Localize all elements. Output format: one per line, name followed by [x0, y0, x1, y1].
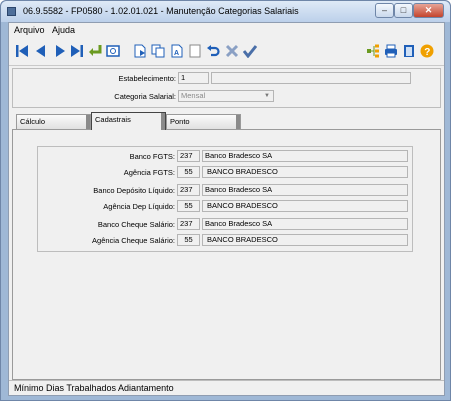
next-record-icon[interactable]: [53, 44, 67, 58]
tab-cadastrais-label: Cadastrais: [95, 115, 131, 124]
agencia-cheque-salario-description: BANCO BRADESCO: [202, 234, 408, 246]
tree-icon[interactable]: [366, 44, 380, 58]
last-record-icon[interactable]: [70, 44, 84, 58]
app-icon[interactable]: [7, 7, 16, 16]
estabelecimento-label: Estabelecimento:: [118, 74, 176, 83]
window-title: 06.9.5582 - FP0580 - 1.02.01.021 - Manut…: [23, 6, 299, 16]
banco-fgts-description: Banco Bradesco SA: [202, 150, 408, 162]
banco-deposito-liquido-description: Banco Bradesco SA: [202, 184, 408, 196]
cancel-icon[interactable]: [225, 44, 239, 58]
new-record-icon[interactable]: [133, 44, 147, 58]
categoria-salarial-select[interactable]: Mensal ▼: [178, 90, 274, 102]
banco-fgts-label: Banco FGTS:: [129, 152, 175, 161]
svg-text:?: ?: [424, 47, 430, 58]
banco-fgts-code[interactable]: 237: [177, 150, 200, 162]
estabelecimento-field[interactable]: 1: [178, 72, 209, 84]
goto-record-icon[interactable]: [88, 44, 102, 58]
help-icon[interactable]: ?: [420, 44, 434, 58]
edit-record-icon[interactable]: A: [170, 44, 184, 58]
title-bar[interactable]: 06.9.5582 - FP0580 - 1.02.01.021 - Manut…: [1, 1, 450, 22]
tab-calculo[interactable]: Cálculo: [16, 114, 91, 129]
categoria-salarial-label: Categoria Salarial:: [114, 92, 176, 101]
bank-fields-group: Banco FGTS: 237 Banco Bradesco SA Agênci…: [37, 146, 413, 252]
tab-ponto-shade: [236, 115, 240, 129]
menu-ajuda[interactable]: Ajuda: [52, 25, 75, 35]
tab-calculo-shade: [86, 115, 90, 129]
agencia-cheque-salario-code[interactable]: 55: [177, 234, 200, 246]
exit-icon[interactable]: [402, 44, 416, 58]
menu-bar: Arquivo Ajuda: [9, 23, 444, 37]
zoom-icon[interactable]: [106, 44, 120, 58]
copy-record-icon[interactable]: [151, 44, 165, 58]
agencia-dep-liquido-description: BANCO BRADESCO: [202, 200, 408, 212]
tab-cadastrais-shade: [161, 113, 165, 130]
previous-record-icon[interactable]: [34, 44, 48, 58]
menu-arquivo[interactable]: Arquivo: [14, 25, 45, 35]
agencia-dep-liquido-code[interactable]: 55: [177, 200, 200, 212]
tab-panel-cadastrais: Banco FGTS: 237 Banco Bradesco SA Agênci…: [12, 129, 441, 380]
banco-cheque-salario-label: Banco Cheque Salário:: [97, 220, 175, 229]
print-icon[interactable]: [384, 44, 398, 58]
agencia-fgts-label: Agência FGTS:: [123, 168, 175, 177]
delete-record-icon[interactable]: [188, 44, 202, 58]
toolbar: A ?: [9, 37, 444, 66]
agencia-fgts-description: BANCO BRADESCO: [202, 166, 408, 178]
banco-deposito-liquido-label: Banco Depósito Líquido:: [93, 186, 175, 195]
minimize-button[interactable]: –: [375, 3, 394, 18]
confirm-icon[interactable]: [243, 44, 257, 58]
tab-calculo-label: Cálculo: [20, 117, 46, 126]
banco-deposito-liquido-code[interactable]: 237: [177, 184, 200, 196]
tab-ponto[interactable]: Ponto: [166, 114, 241, 129]
categoria-salarial-value: Mensal: [181, 91, 206, 100]
svg-text:A: A: [174, 50, 179, 57]
agencia-dep-liquido-label: Agência Dep Líquido:: [103, 202, 175, 211]
banco-cheque-salario-description: Banco Bradesco SA: [202, 218, 408, 230]
chevron-down-icon: ▼: [264, 93, 270, 99]
header-panel: Estabelecimento: 1 Categoria Salarial: M…: [12, 68, 441, 108]
agencia-cheque-salario-label: Agência Cheque Salário:: [92, 236, 175, 245]
tab-cadastrais[interactable]: Cadastrais: [91, 112, 166, 130]
maximize-button[interactable]: □: [394, 3, 413, 18]
application-window: 06.9.5582 - FP0580 - 1.02.01.021 - Manut…: [0, 0, 451, 401]
banco-cheque-salario-code[interactable]: 237: [177, 218, 200, 230]
estabelecimento-description: [211, 72, 411, 84]
close-button[interactable]: ✕: [413, 3, 444, 18]
client-area: Arquivo Ajuda A ? Estabelecimento: 1 Cat…: [8, 22, 445, 396]
undo-icon[interactable]: [206, 44, 220, 58]
tab-ponto-label: Ponto: [170, 117, 190, 126]
agencia-fgts-code[interactable]: 55: [177, 166, 200, 178]
status-bar: Mínimo Dias Trabalhados Adiantamento: [9, 380, 444, 395]
first-record-icon[interactable]: [15, 44, 29, 58]
